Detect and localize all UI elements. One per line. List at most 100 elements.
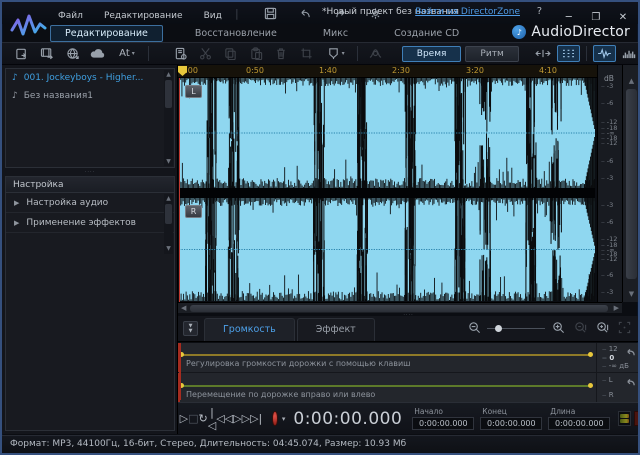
track-list-item[interactable]: ♪ Без названия1 (6, 87, 174, 105)
record-level-button[interactable] (634, 411, 639, 426)
tab-create-cd[interactable]: Создание CD (380, 26, 473, 41)
trim-icon[interactable] (296, 45, 317, 62)
fast-forward-button[interactable]: ▷▷ (233, 412, 250, 425)
go-to-end-button[interactable]: ▷| (250, 412, 262, 425)
zoom-in-horizontal-icon[interactable] (549, 319, 567, 336)
reset-envelope-icon[interactable] (625, 378, 636, 388)
marker-icon[interactable]: ▾ (321, 45, 350, 62)
stretch-markers-icon[interactable] (531, 45, 554, 62)
scroll-thumb[interactable] (165, 80, 172, 108)
help-button[interactable]: ? (537, 6, 542, 17)
menu-view[interactable]: Вид (196, 7, 230, 25)
settings-item-audio[interactable]: ▶ Настройка аудио (6, 193, 174, 213)
zoom-out-horizontal-icon[interactable] (465, 319, 483, 336)
zoom-slider[interactable] (487, 323, 545, 333)
scroll-up-icon[interactable]: ▲ (623, 77, 640, 85)
waveform-right-channel[interactable]: R (179, 198, 595, 301)
delete-icon[interactable] (271, 45, 292, 62)
menu-edit[interactable]: Редактирование (96, 7, 191, 25)
scroll-thumb[interactable] (190, 305, 608, 312)
envelope-keyframe[interactable] (588, 352, 593, 357)
pan-envelope-line[interactable] (180, 385, 592, 387)
pan-envelope-row[interactable]: Перемещение по дорожке вправо или влево … (178, 373, 639, 402)
zoom-out-vertical-icon[interactable] (571, 319, 589, 336)
cloud-icon[interactable] (87, 45, 108, 62)
length-time-field[interactable]: 0:00:00.000 (548, 417, 610, 430)
record-button[interactable] (272, 411, 278, 426)
start-field-group: Начало 0:00:00.000 (412, 407, 474, 430)
scale-label: L (602, 376, 613, 384)
scroll-thumb[interactable] (626, 89, 637, 279)
directorzone-signin-link[interactable]: Войти на DirectorZone (415, 7, 520, 17)
settings-panel-title: Настройка (5, 176, 175, 193)
properties-icon[interactable] (170, 45, 191, 62)
rewind-button[interactable]: ◁◁ (216, 412, 233, 425)
zoom-slider-knob[interactable] (495, 325, 502, 332)
loop-button[interactable]: ↻ (199, 412, 208, 425)
tab-effect[interactable]: Эффект (297, 318, 375, 341)
app-logo-icon (8, 6, 48, 46)
go-to-start-button[interactable]: |◁ (208, 406, 216, 432)
scroll-down-icon[interactable]: ▼ (623, 290, 640, 298)
copy-icon[interactable] (220, 45, 241, 62)
scroll-down-icon[interactable]: ▼ (164, 157, 173, 166)
close-button[interactable]: ✕ (612, 12, 634, 23)
music-note-icon: ♪ (12, 91, 18, 101)
track-list-item[interactable]: ♪ 001. Jockeyboys - Higher... (6, 69, 174, 87)
stop-button[interactable]: □ (188, 412, 198, 425)
settings-scrollbar[interactable]: ▲ ▼ (164, 194, 173, 254)
volume-envelope-row[interactable]: Регулировка громкости дорожки с помощью … (178, 343, 639, 373)
scroll-up-icon[interactable]: ▲ (164, 70, 173, 79)
tracklist-scrollbar[interactable]: ▲ ▼ (164, 70, 173, 166)
undo-icon[interactable] (294, 5, 316, 22)
start-label: Начало (414, 407, 474, 416)
left-channel-badge[interactable]: L (185, 85, 202, 98)
minimize-button[interactable]: ─ (558, 12, 580, 23)
tab-mix[interactable]: Микс (309, 26, 362, 41)
db-label: -3 (601, 201, 613, 209)
import-media-icon[interactable] (12, 45, 33, 62)
tab-volume[interactable]: Громкость (204, 318, 295, 341)
scroll-thumb[interactable] (165, 204, 172, 224)
vertical-scrollbar[interactable]: ▲ ▼ (622, 65, 639, 302)
play-button[interactable]: ▷ (180, 412, 188, 425)
rhythm-mode-button[interactable]: Ритм (465, 46, 518, 62)
envelope-keyframe[interactable] (588, 383, 593, 388)
tab-edit[interactable]: Редактирование (50, 25, 163, 42)
cut-icon[interactable] (195, 45, 216, 62)
scroll-down-icon[interactable]: ▼ (164, 244, 173, 253)
volume-envelope-line[interactable] (180, 354, 592, 356)
fit-view-icon[interactable] (615, 319, 633, 336)
horizontal-scrollbar[interactable]: ◀ ▶ (178, 302, 622, 313)
menu-file[interactable]: Файл (50, 7, 91, 25)
db-scale-right: -3-6-12-18-∞-18-12-6-3 (598, 198, 623, 301)
start-time-field[interactable]: 0:00:00.000 (412, 417, 474, 430)
zoom-in-vertical-icon[interactable] (593, 319, 611, 336)
beat-grid-icon[interactable] (557, 45, 580, 62)
spectral-view-icon[interactable] (618, 45, 640, 62)
settings-item-effects[interactable]: ▶ Применение эффектов (6, 213, 174, 233)
maximize-button[interactable]: ❐ (585, 12, 607, 23)
end-time-field[interactable]: 0:00:00.000 (480, 417, 542, 430)
time-mode-button[interactable]: Время (402, 46, 462, 62)
paste-icon[interactable] (246, 45, 267, 62)
extract-audio-icon[interactable] (37, 45, 58, 62)
ruler-tick-label: 3:20 (466, 66, 484, 75)
record-dropdown-icon[interactable]: ▾ (282, 415, 286, 423)
collapse-panel-button[interactable]: ▼▼ (183, 321, 198, 336)
text-to-speech-icon[interactable]: At▾ (113, 45, 142, 62)
playhead-marker[interactable] (178, 66, 187, 76)
expand-triangle-icon[interactable]: ▶ (14, 199, 19, 207)
normalize-icon[interactable] (365, 45, 386, 62)
tab-restore[interactable]: Восстановление (181, 26, 291, 41)
timeline-ruler[interactable]: 0:000:501:402:303:204:10 (178, 65, 597, 78)
waveform-view-icon[interactable] (593, 45, 616, 62)
reset-envelope-icon[interactable] (625, 348, 636, 358)
scroll-up-icon[interactable]: ▲ (164, 194, 173, 203)
expand-triangle-icon[interactable]: ▶ (14, 219, 19, 227)
module-tabs: Редактирование Восстановление Микс Созда… (50, 25, 491, 42)
download-directorzone-icon[interactable] (62, 45, 83, 62)
right-channel-badge[interactable]: R (185, 205, 202, 218)
save-icon[interactable] (259, 5, 281, 22)
waveform-left-channel[interactable]: L (179, 78, 595, 188)
